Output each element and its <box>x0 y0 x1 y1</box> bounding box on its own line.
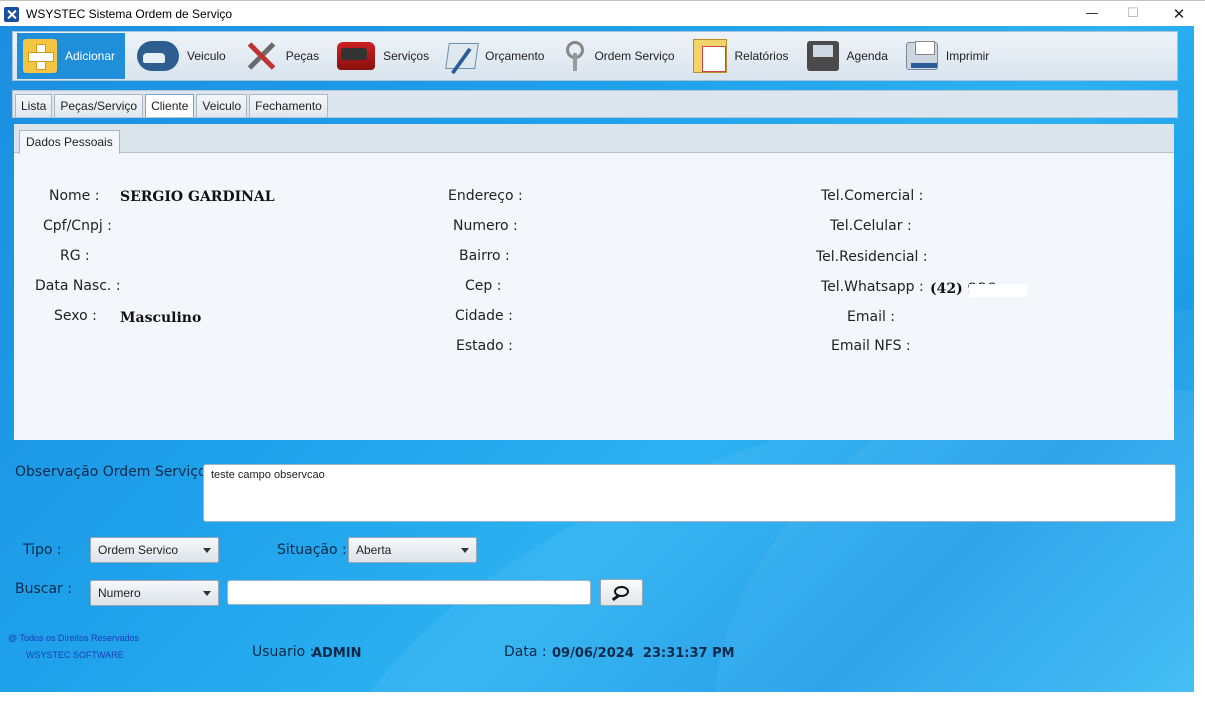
tab-fechamento[interactable]: Fechamento <box>249 94 328 117</box>
chevron-down-icon <box>461 548 469 553</box>
buscar-select[interactable]: Numero <box>90 580 219 606</box>
minimize-button[interactable]: — <box>1070 3 1114 25</box>
rg-label: RG : <box>60 248 90 264</box>
email-nfs-label: Email NFS : <box>831 338 911 354</box>
tab-pecas-servico[interactable]: Peças/Serviço <box>54 94 144 117</box>
bairro-label: Bairro : <box>459 248 510 264</box>
app-logo-icon <box>4 7 19 22</box>
sexo-label: Sexo : <box>54 308 97 324</box>
printer-icon <box>905 41 938 70</box>
budget-button[interactable]: Orçamento <box>441 33 550 79</box>
cep-label: Cep : <box>465 278 502 294</box>
reports-button-label: Relatórios <box>734 49 789 63</box>
budget-button-label: Orçamento <box>485 49 545 63</box>
title-bar: WSYSTEC Sistema Ordem de Serviço — ☐ ✕ <box>0 0 1205 26</box>
car-icon <box>137 41 180 71</box>
vehicle-button-label: Veiculo <box>187 49 226 63</box>
redacted-area <box>969 284 1027 297</box>
usuario-label: Usuario : <box>252 644 315 660</box>
observacao-label: Observação Ordem Serviço : <box>15 464 216 480</box>
window-border <box>1194 26 1205 704</box>
company-name: WSYSTEC SOFTWARE <box>26 650 124 660</box>
tel-celular-label: Tel.Celular : <box>830 218 912 234</box>
observacao-textarea[interactable]: teste campo observcao <box>203 464 1176 522</box>
tab-veiculo[interactable]: Veiculo <box>196 94 248 117</box>
search-input[interactable] <box>227 580 591 605</box>
buscar-selected: Numero <box>98 586 141 600</box>
tab-dados-pessoais[interactable]: Dados Pessoais <box>19 130 120 154</box>
client-panel: Dados Pessoais Nome : SERGIO GARDINAL Cp… <box>14 124 1174 440</box>
tab-cliente[interactable]: Cliente <box>145 94 195 117</box>
parts-button-label: Peças <box>285 49 320 63</box>
numero-label: Numero : <box>453 218 518 234</box>
report-icon <box>692 39 727 73</box>
chevron-down-icon <box>203 548 211 553</box>
search-icon-handle <box>611 593 621 602</box>
situacao-selected: Aberta <box>356 543 392 557</box>
usuario-value: ADMIN <box>312 646 362 661</box>
copyright-text: @ Todos os Direitos Reservados <box>8 633 140 643</box>
nome-value: SERGIO GARDINAL <box>120 189 275 205</box>
agenda-button[interactable]: Agenda <box>801 33 894 79</box>
window-border-bottom <box>0 692 1205 704</box>
reports-button[interactable]: Relatórios <box>687 33 795 79</box>
service-car-icon <box>337 42 376 70</box>
add-icon <box>23 39 57 73</box>
sexo-value: Masculino <box>120 310 202 326</box>
window-title: WSYSTEC Sistema Ordem de Serviço <box>26 7 233 21</box>
datetime-value: 09/06/2024 23:31:37 PM <box>552 646 735 661</box>
tel-whatsapp-label: Tel.Whatsapp : <box>821 279 924 295</box>
service-order-button[interactable]: Ordem Serviço <box>556 33 680 79</box>
tel-comercial-label: Tel.Comercial : <box>821 188 924 204</box>
agenda-icon <box>806 41 839 71</box>
tel-residencial-label: Tel.Residencial : <box>816 249 928 265</box>
close-button[interactable]: ✕ <box>1157 3 1201 25</box>
add-button-label: Adicionar <box>65 49 116 63</box>
buscar-label: Buscar : <box>15 581 72 597</box>
search-button[interactable] <box>600 579 643 606</box>
situacao-label: Situação : <box>277 542 347 558</box>
service-order-button-label: Ordem Serviço <box>594 49 675 63</box>
services-button[interactable]: Serviços <box>331 33 435 79</box>
cidade-label: Cidade : <box>455 308 513 324</box>
print-button[interactable]: Imprimir <box>900 33 995 79</box>
main-toolbar: Adicionar Veiculo Peças Serviços Orçamen… <box>12 31 1178 81</box>
endereco-label: Endereço : <box>448 188 523 204</box>
data-label: Data : <box>504 644 547 660</box>
maximize-button[interactable]: ☐ <box>1111 3 1155 25</box>
parts-button[interactable]: Peças <box>238 33 325 79</box>
data-nasc-label: Data Nasc. : <box>35 278 121 294</box>
estado-label: Estado : <box>456 338 513 354</box>
tipo-select[interactable]: Ordem Servico <box>90 537 219 563</box>
budget-icon <box>445 43 479 69</box>
tipo-label: Tipo : <box>23 542 62 558</box>
services-button-label: Serviços <box>383 49 430 63</box>
agenda-button-label: Agenda <box>846 49 888 63</box>
add-button[interactable]: Adicionar <box>17 33 126 79</box>
subtab-bar: Dados Pessoais <box>14 124 1174 154</box>
situacao-select[interactable]: Aberta <box>348 537 477 563</box>
chevron-down-icon <box>203 591 211 596</box>
email-label: Email : <box>847 309 896 325</box>
tipo-selected: Ordem Servico <box>98 543 179 557</box>
tools-icon <box>244 39 278 73</box>
tab-bar: Lista Peças/Serviço Cliente Veiculo Fech… <box>12 90 1178 118</box>
tab-lista[interactable]: Lista <box>15 94 53 117</box>
cpf-label: Cpf/Cnpj : <box>43 218 112 234</box>
print-button-label: Imprimir <box>945 49 990 63</box>
keys-icon <box>562 39 586 73</box>
vehicle-button[interactable]: Veiculo <box>131 33 232 79</box>
nome-label: Nome : <box>49 188 100 204</box>
